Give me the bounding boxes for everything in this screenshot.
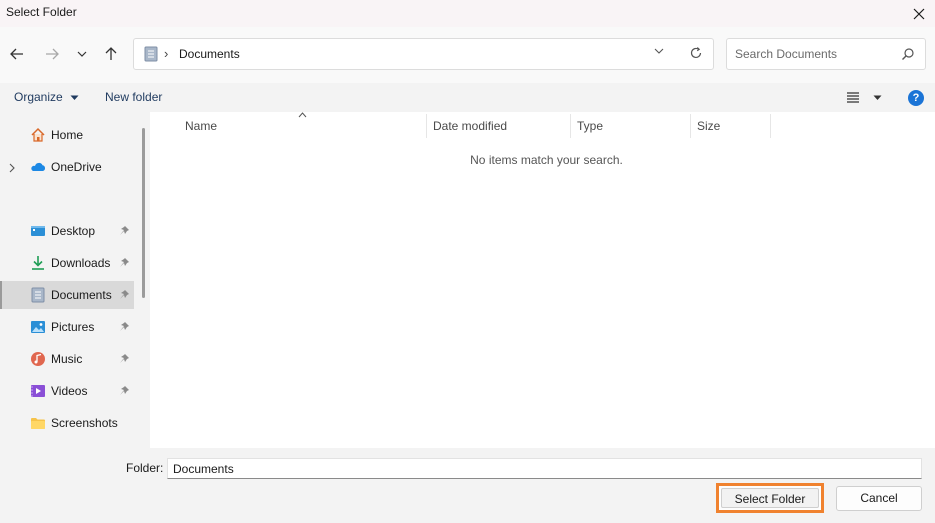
- arrow-up-icon: [105, 47, 117, 60]
- home-icon: [31, 127, 45, 142]
- forward-button[interactable]: [41, 44, 63, 64]
- sidebar-item-videos[interactable]: Videos: [0, 377, 134, 405]
- dialog-footer: Folder: Select Folder Cancel: [0, 448, 935, 523]
- column-header-name[interactable]: Name: [185, 119, 217, 133]
- sidebar-item-screenshots[interactable]: Screenshots: [0, 409, 134, 437]
- organize-button[interactable]: Organize: [14, 90, 79, 104]
- folder-label: Folder:: [126, 461, 164, 475]
- pin-icon[interactable]: [119, 385, 130, 396]
- sidebar-item-music[interactable]: Music: [0, 345, 134, 373]
- folder-name-input[interactable]: [167, 458, 922, 479]
- column-divider[interactable]: [426, 114, 427, 138]
- downloads-icon: [32, 256, 44, 270]
- organize-label: Organize: [14, 90, 63, 104]
- sidebar-item-documents[interactable]: Documents: [0, 281, 134, 309]
- navigation-pane: Home OneDrive Desktop Downloads Document…: [0, 112, 150, 448]
- column-divider[interactable]: [690, 114, 691, 138]
- sidebar-item-label: Screenshots: [51, 416, 118, 430]
- sidebar-item-label: Downloads: [51, 256, 111, 270]
- pin-icon[interactable]: [119, 289, 130, 300]
- search-box[interactable]: Search Documents: [726, 38, 926, 70]
- column-header-type[interactable]: Type: [577, 119, 603, 133]
- sidebar-item-onedrive[interactable]: OneDrive: [0, 153, 134, 181]
- window-title: Select Folder: [6, 5, 77, 19]
- column-divider[interactable]: [770, 114, 771, 138]
- sidebar-item-label: OneDrive: [51, 160, 102, 174]
- pin-icon[interactable]: [119, 257, 130, 268]
- up-button[interactable]: [100, 44, 122, 64]
- sort-ascending-icon: [298, 112, 307, 118]
- refresh-icon[interactable]: [689, 46, 703, 60]
- caret-down-icon: [70, 95, 79, 100]
- breadcrumb-documents[interactable]: Documents: [179, 47, 240, 61]
- select-folder-label: Select Folder: [721, 488, 819, 508]
- sidebar-item-desktop[interactable]: Desktop: [0, 217, 134, 245]
- address-dropdown-icon[interactable]: [654, 48, 664, 54]
- documents-icon: [31, 287, 45, 303]
- pin-icon[interactable]: [119, 353, 130, 364]
- sidebar-item-label: Videos: [51, 384, 88, 398]
- arrow-right-icon: [46, 48, 59, 60]
- desktop-icon: [31, 226, 45, 236]
- view-options-button[interactable]: [846, 91, 882, 106]
- chevron-down-icon: [77, 51, 87, 57]
- sidebar-scrollbar[interactable]: [142, 128, 145, 298]
- documents-icon: [144, 46, 158, 62]
- sidebar-item-label: Desktop: [51, 224, 96, 238]
- videos-icon: [31, 385, 45, 397]
- address-bar[interactable]: › Documents: [133, 38, 714, 70]
- sidebar-item-downloads[interactable]: Downloads: [0, 249, 134, 277]
- help-icon: ?: [912, 92, 920, 104]
- close-icon: [913, 8, 925, 19]
- sidebar-item-label: Documents: [51, 288, 112, 302]
- search-input[interactable]: Search Documents: [735, 47, 837, 61]
- column-header-size[interactable]: Size: [697, 119, 720, 133]
- close-button[interactable]: [903, 0, 935, 27]
- sidebar-item-label: Pictures: [51, 320, 95, 334]
- column-divider[interactable]: [570, 114, 571, 138]
- empty-state-message: No items match your search.: [470, 153, 623, 167]
- breadcrumb-separator: ›: [164, 46, 169, 61]
- cancel-button[interactable]: Cancel: [836, 486, 922, 511]
- new-folder-button[interactable]: New folder: [105, 90, 162, 104]
- list-view-icon: [847, 92, 859, 103]
- help-button[interactable]: ?: [908, 90, 924, 106]
- screenshots-icon: [31, 418, 45, 429]
- navigation-bar: › Documents Search Documents: [0, 27, 935, 83]
- arrow-left-icon: [10, 48, 23, 60]
- column-header-date-modified[interactable]: Date modified: [433, 119, 507, 133]
- sidebar-item-home[interactable]: Home: [0, 121, 134, 149]
- caret-down-icon: [873, 95, 882, 100]
- title-bar: Select Folder: [0, 0, 935, 27]
- back-button[interactable]: [6, 44, 28, 64]
- onedrive-icon: [31, 162, 46, 171]
- sidebar-item-pictures[interactable]: Pictures: [0, 313, 134, 341]
- command-bar: Organize New folder ?: [0, 83, 935, 112]
- sidebar-item-label: Music: [51, 352, 83, 366]
- chevron-right-icon[interactable]: [9, 163, 15, 173]
- pin-icon[interactable]: [119, 225, 130, 236]
- select-folder-button[interactable]: Select Folder: [716, 483, 824, 513]
- pictures-icon: [31, 321, 45, 333]
- recent-locations-button[interactable]: [71, 44, 93, 64]
- sidebar-item-label: Home: [51, 128, 84, 142]
- file-list: Name Date modified Type Size No items ma…: [150, 112, 935, 448]
- search-icon[interactable]: [901, 47, 915, 61]
- pin-icon[interactable]: [119, 321, 130, 332]
- music-icon: [31, 352, 45, 366]
